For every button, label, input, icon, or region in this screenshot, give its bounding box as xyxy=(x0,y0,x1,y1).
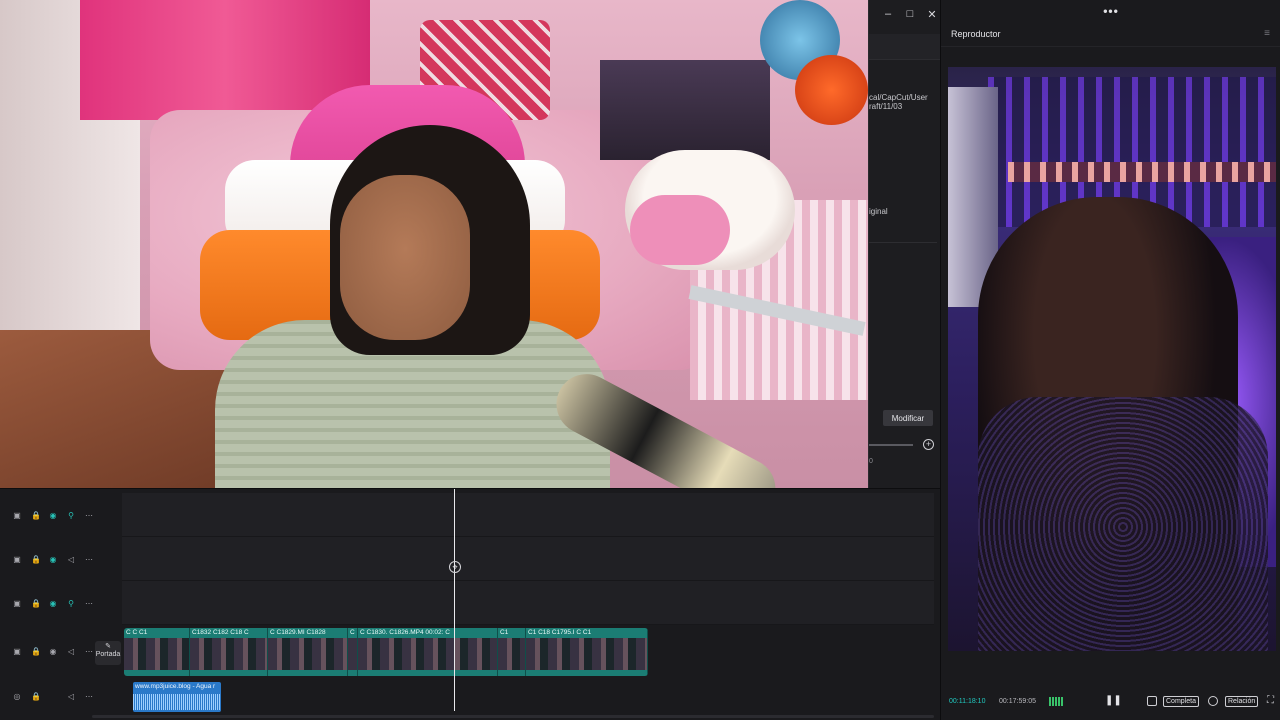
details-header xyxy=(869,34,940,60)
aspect-ratio-button[interactable]: Relación xyxy=(1225,696,1259,707)
track-type-icon: ▣ xyxy=(13,510,21,520)
person-face xyxy=(340,175,470,340)
audio-waveform xyxy=(133,694,221,710)
video-clip-label: C C1829.MI C1828 xyxy=(270,629,326,636)
track-header: ▣ 🔒 ◉ ◁ ⋯ xyxy=(0,537,122,581)
more-icon[interactable]: ⋯ xyxy=(85,555,93,564)
video-clip[interactable]: C C1830. C1826.MP4 00:02: C xyxy=(358,628,498,676)
more-icon[interactable]: ⋯ xyxy=(85,692,93,701)
full-quality-button[interactable]: Completa xyxy=(1163,696,1199,707)
track-type-icon: ▣ xyxy=(13,646,21,656)
visibility-icon[interactable]: ◉ xyxy=(49,647,57,656)
zoom-slider[interactable] xyxy=(869,444,913,446)
lock-icon[interactable]: 🔒 xyxy=(31,692,41,701)
video-clip[interactable]: C C C1 xyxy=(124,628,190,676)
crop-icon[interactable] xyxy=(1147,696,1157,706)
divider xyxy=(869,242,937,243)
track-lane[interactable] xyxy=(122,537,934,581)
clip-thumbnails xyxy=(268,638,347,670)
track-type-icon: ▣ xyxy=(13,554,21,564)
track-type-icon: ◎ xyxy=(13,691,21,701)
lock-icon[interactable]: 🔒 xyxy=(31,599,41,608)
video-clip-label: C1 xyxy=(500,629,509,636)
more-icon[interactable]: ⋯ xyxy=(85,511,93,520)
video-clip-label: C1 C18 C1795.I C C1 xyxy=(528,629,592,636)
cover-label: Portada xyxy=(95,651,121,658)
timeline-scrollbar[interactable] xyxy=(92,715,934,718)
track-header: ◎ 🔒 ◁ ⋯ xyxy=(0,674,122,718)
mute-icon[interactable]: ◁ xyxy=(67,555,75,564)
lace-dress xyxy=(978,397,1268,651)
screen: – □ ✕ cal/CapCut/User raft/11/03 iginal … xyxy=(0,0,1280,720)
player-title: Reproductor xyxy=(951,29,1001,39)
cover-button[interactable]: ✎ Portada xyxy=(95,641,121,665)
track-lane[interactable] xyxy=(122,581,934,625)
visibility-icon[interactable]: ◉ xyxy=(49,555,57,564)
clip-thumbnails xyxy=(358,638,497,670)
minimize-icon[interactable]: – xyxy=(883,8,893,28)
move-cursor-icon: ⌖ xyxy=(449,561,461,573)
track-type-icon: ▣ xyxy=(13,598,21,608)
video-clip[interactable]: C1 xyxy=(498,628,526,676)
zoom-in-icon[interactable]: + xyxy=(923,439,934,450)
fullscreen-icon[interactable]: ⛶ xyxy=(1267,695,1274,706)
window-controls: – □ ✕ xyxy=(869,8,940,28)
playhead[interactable] xyxy=(454,489,455,711)
zoom-value: 0 xyxy=(869,458,873,465)
clip-thumbnails xyxy=(498,638,525,670)
zoom-fit-icon[interactable] xyxy=(1208,696,1218,706)
track-header: ▣ 🔒 ◉ ⚲ ⋯ xyxy=(0,493,122,537)
modify-button[interactable]: Modificar xyxy=(883,410,933,426)
close-icon[interactable]: ✕ xyxy=(927,8,937,28)
original-label: iginal xyxy=(869,207,888,216)
maximize-icon[interactable]: □ xyxy=(905,8,915,28)
audio-meter-icon xyxy=(1049,697,1063,706)
video-clip-label: C C1830. C1826.MP4 00:02: C xyxy=(360,629,450,636)
player-panel: ••• Reproductor ≡ 00:11:18:10 00:17:59:0… xyxy=(940,0,1280,720)
clip-thumbnails xyxy=(190,638,267,670)
current-time: 00:11:18:10 xyxy=(949,698,986,705)
lock-icon[interactable]: 🔒 xyxy=(31,647,41,656)
more-icon[interactable]: ⋯ xyxy=(85,599,93,608)
project-path: cal/CapCut/User raft/11/03 xyxy=(869,93,928,111)
edit-icon: ✎ xyxy=(105,643,111,650)
audio-clip[interactable]: www.mp3juice.blog - Agua r xyxy=(133,682,221,712)
mute-icon[interactable]: ◁ xyxy=(67,692,75,701)
cow-nose xyxy=(630,195,730,265)
video-clip-label: C C C1 xyxy=(126,629,148,636)
pumpkin-toy xyxy=(795,55,868,125)
clip-thumbnails xyxy=(124,638,189,670)
divider xyxy=(941,46,1280,47)
bookshelf xyxy=(600,60,770,160)
drag-handle-icon[interactable]: ••• xyxy=(941,4,1280,18)
clip-thumbnails xyxy=(526,638,647,670)
pause-icon[interactable]: ❚❚ xyxy=(1105,695,1122,706)
track-header: ▣ 🔒 ◉ ⚲ ⋯ xyxy=(0,581,122,625)
visibility-icon[interactable]: ◉ xyxy=(49,599,57,608)
more-icon[interactable]: ⋯ xyxy=(85,647,93,656)
search-icon[interactable]: ⚲ xyxy=(67,599,75,608)
timeline: ▣ 🔒 ◉ ⚲ ⋯ ▣ 🔒 ◉ ◁ ⋯ ▣ 🔒 ◉ ⚲ ⋯ ▣ 🔒 ◉ ◁ ⋯ … xyxy=(0,488,940,720)
video-preview[interactable] xyxy=(948,67,1276,651)
lock-icon[interactable]: 🔒 xyxy=(31,511,41,520)
webcam-overlay xyxy=(0,0,868,488)
visibility-icon[interactable]: ◉ xyxy=(49,511,57,520)
menu-icon[interactable]: ≡ xyxy=(1264,28,1270,39)
mute-icon[interactable]: ◁ xyxy=(67,647,75,656)
lock-icon[interactable]: 🔒 xyxy=(31,555,41,564)
lipstick-row xyxy=(1008,162,1276,182)
track-lane[interactable] xyxy=(122,493,934,537)
details-panel: – □ ✕ cal/CapCut/User raft/11/03 iginal … xyxy=(868,0,940,488)
video-clip[interactable]: C1 C18 C1795.I C C1 xyxy=(526,628,648,676)
main-video-clips: C C C1 C1832 C182 C18 CC C1829.MI C1828 C C… xyxy=(124,628,648,676)
search-icon[interactable]: ⚲ xyxy=(67,511,75,520)
player-controls: 00:11:18:10 00:17:59:05 ❚❚ Completa Rela… xyxy=(941,690,1280,714)
video-clip-label: C1832 C182 C18 C xyxy=(192,629,249,636)
video-clip[interactable]: C xyxy=(348,628,358,676)
video-clip[interactable]: C C1829.MI C1828 xyxy=(268,628,348,676)
video-clip[interactable]: C1832 C182 C18 C xyxy=(190,628,268,676)
audio-clip-label: www.mp3juice.blog - Agua r xyxy=(135,683,216,690)
total-time: 00:17:59:05 xyxy=(999,698,1036,705)
clip-thumbnails xyxy=(348,638,357,670)
